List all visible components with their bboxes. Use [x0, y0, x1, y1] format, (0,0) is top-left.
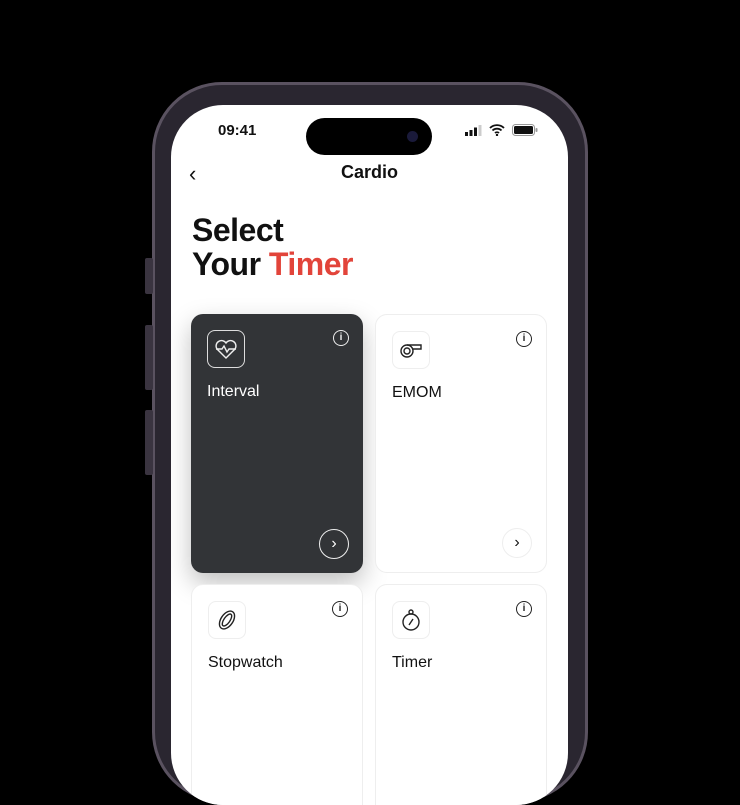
stopwatch-icon: [392, 601, 430, 639]
status-time: 09:41: [218, 122, 257, 139]
title-timer: Timer: [268, 246, 354, 282]
card-label: Timer: [392, 654, 433, 671]
action-button: [145, 258, 153, 294]
volume-up-button: [145, 325, 153, 390]
timer-card-interval[interactable]: i Interval ›: [191, 314, 363, 573]
signal-icon: [465, 124, 482, 136]
info-icon[interactable]: i: [333, 330, 349, 346]
dynamic-island: [306, 118, 432, 155]
battery-icon: [512, 124, 538, 136]
card-label: Interval: [207, 383, 260, 400]
camera-icon: [407, 131, 418, 142]
info-icon[interactable]: i: [516, 331, 532, 347]
card-label: Stopwatch: [208, 654, 283, 671]
heart-pulse-icon: [207, 330, 245, 368]
whistle-icon: [392, 331, 430, 369]
timer-card-emom[interactable]: i EMOM ›: [375, 314, 547, 573]
nav-title: Cardio: [340, 162, 398, 182]
timer-card-timer[interactable]: i Timer: [375, 584, 547, 805]
chevron-right-button[interactable]: ›: [319, 529, 349, 559]
title-your: Your: [192, 246, 269, 282]
timer-card-stopwatch[interactable]: i Stopwatch: [191, 584, 363, 805]
volume-down-button: [145, 410, 153, 475]
status-icons: [465, 124, 538, 136]
page-title: Select Your Timer: [192, 213, 353, 281]
wifi-icon: [489, 124, 505, 136]
title-line-1: Select: [192, 212, 284, 248]
card-label: EMOM: [392, 384, 442, 401]
title-line-2: Your Timer: [192, 247, 353, 281]
chevron-right-button[interactable]: ›: [502, 528, 532, 558]
info-icon[interactable]: i: [516, 601, 532, 617]
link-icon: [208, 601, 246, 639]
info-icon[interactable]: i: [332, 601, 348, 617]
phone-screen: 09:41 ‹ Cardio Select Your Timer i Inter…: [171, 105, 568, 805]
